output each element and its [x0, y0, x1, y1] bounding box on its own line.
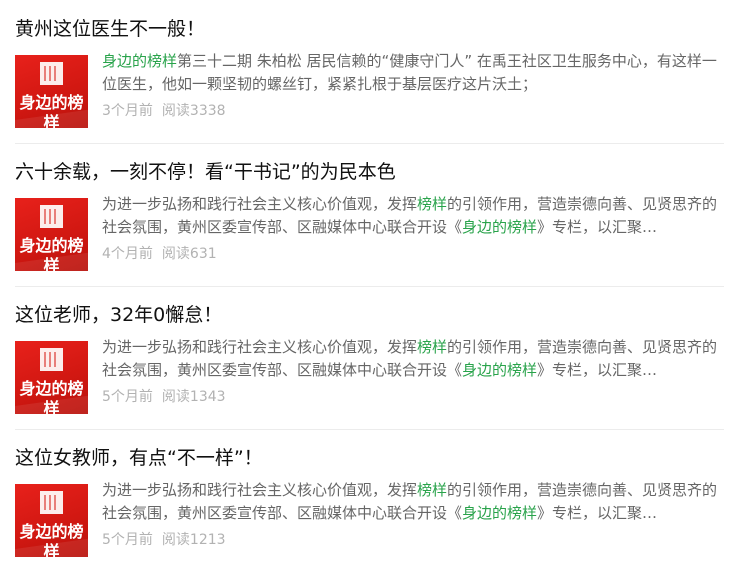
summary-text: 第三十二期 朱柏松 居民信赖的“健康守门人” 在禹王社区卫生服务中心，有这样一位…: [102, 52, 717, 93]
article-meta: 4个月前 阅读631: [102, 244, 217, 264]
summary-keyword: 身边的榜样: [462, 504, 538, 522]
emblem-icon: [40, 62, 63, 85]
article-reads: 阅读3338: [161, 103, 226, 119]
emblem-icon: [40, 205, 63, 228]
summary-keyword: 身边的榜样: [102, 52, 178, 70]
summary-text: 为进一步弘扬和践行社会主义核心价值观，发挥: [102, 338, 418, 356]
article-summary: 为进一步弘扬和践行社会主义核心价值观，发挥榜样的引领作用，营造崇德向善、见贤思齐…: [102, 336, 724, 382]
article-time: 5个月前: [102, 532, 153, 548]
article-time: 4个月前: [102, 246, 153, 262]
article-item[interactable]: 六十余载，一刻不停！看“干书记”的为民本色 身边的榜样 为进一步弘扬和践行社会主…: [0, 143, 739, 286]
thumbnail-caption: 身边的榜样: [19, 93, 84, 128]
article-item[interactable]: 这位女教师，有点“不一样”！ 身边的榜样 为进一步弘扬和践行社会主义核心价值观，…: [0, 429, 739, 572]
article-reads: 阅读631: [161, 246, 217, 262]
summary-keyword: 榜样: [417, 481, 448, 499]
article-summary: 为进一步弘扬和践行社会主义核心价值观，发挥榜样的引领作用，营造崇德向善、见贤思齐…: [102, 193, 724, 239]
divider: [15, 143, 724, 144]
article-meta: 3个月前 阅读3338: [102, 101, 226, 121]
article-time: 5个月前: [102, 389, 153, 405]
thumbnail-caption: 身边的榜样: [19, 379, 84, 414]
article-title[interactable]: 这位女教师，有点“不一样”！: [15, 445, 263, 471]
summary-text: 》专栏，以汇聚…: [537, 504, 658, 522]
article-summary: 身边的榜样第三十二期 朱柏松 居民信赖的“健康守门人” 在禹王社区卫生服务中心，…: [102, 50, 724, 96]
summary-keyword: 身边的榜样: [462, 218, 538, 236]
emblem-icon: [40, 348, 63, 371]
article-title[interactable]: 这位老师，32年0懈怠！: [15, 302, 222, 328]
article-thumbnail[interactable]: 身边的榜样: [15, 341, 88, 414]
article-meta: 5个月前 阅读1343: [102, 387, 226, 407]
article-reads: 阅读1213: [161, 532, 226, 548]
article-title[interactable]: 六十余载，一刻不停！看“干书记”的为民本色: [15, 159, 396, 185]
summary-text: 为进一步弘扬和践行社会主义核心价值观，发挥: [102, 195, 418, 213]
article-thumbnail[interactable]: 身边的榜样: [15, 198, 88, 271]
article-reads: 阅读1343: [161, 389, 226, 405]
article-list: 黄州这位医生不一般！ 身边的榜样 身边的榜样第三十二期 朱柏松 居民信赖的“健康…: [0, 0, 739, 572]
article-title[interactable]: 黄州这位医生不一般！: [15, 16, 205, 42]
article-thumbnail[interactable]: 身边的榜样: [15, 55, 88, 128]
article-time: 3个月前: [102, 103, 153, 119]
article-item[interactable]: 这位老师，32年0懈怠！ 身边的榜样 为进一步弘扬和践行社会主义核心价值观，发挥…: [0, 286, 739, 429]
summary-keyword: 身边的榜样: [462, 361, 538, 379]
thumbnail-caption: 身边的榜样: [19, 522, 84, 557]
summary-keyword: 榜样: [417, 338, 448, 356]
summary-text: 为进一步弘扬和践行社会主义核心价值观，发挥: [102, 481, 418, 499]
divider: [15, 286, 724, 287]
article-summary: 为进一步弘扬和践行社会主义核心价值观，发挥榜样的引领作用，营造崇德向善、见贤思齐…: [102, 479, 724, 525]
thumbnail-caption: 身边的榜样: [19, 236, 84, 271]
emblem-icon: [40, 491, 63, 514]
article-item[interactable]: 黄州这位医生不一般！ 身边的榜样 身边的榜样第三十二期 朱柏松 居民信赖的“健康…: [0, 0, 739, 143]
article-meta: 5个月前 阅读1213: [102, 530, 226, 550]
summary-text: 》专栏，以汇聚…: [537, 361, 658, 379]
article-thumbnail[interactable]: 身边的榜样: [15, 484, 88, 557]
summary-keyword: 榜样: [417, 195, 448, 213]
summary-text: 》专栏，以汇聚…: [537, 218, 658, 236]
divider: [15, 429, 724, 430]
